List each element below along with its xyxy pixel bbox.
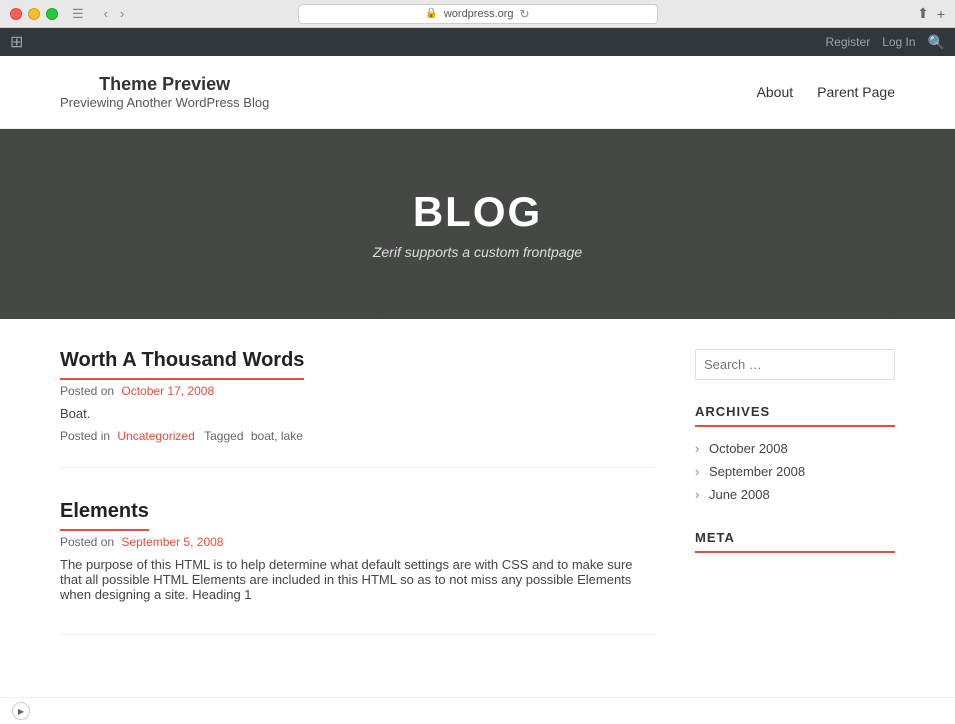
new-tab-button[interactable]: + — [937, 6, 945, 22]
archive-item-october: October 2008 — [695, 437, 895, 460]
search-input[interactable] — [696, 351, 888, 378]
register-link[interactable]: Register — [826, 35, 871, 49]
archive-item-june: June 2008 — [695, 483, 895, 506]
admin-search-icon[interactable]: 🔍 — [928, 34, 945, 51]
admin-bar-left: ⊞ — [10, 32, 23, 52]
reload-icon[interactable]: ↻ — [520, 7, 530, 21]
archive-item-september: September 2008 — [695, 460, 895, 483]
post-1-meta: Posted on October 17, 2008 — [60, 384, 655, 398]
url-text: wordpress.org — [444, 8, 514, 20]
post-1: Worth A Thousand Words Posted on October… — [60, 349, 655, 468]
site-title: Theme Preview — [60, 74, 269, 95]
post-2-excerpt: The purpose of this HTML is to help dete… — [60, 557, 655, 602]
main-nav: About Parent Page — [757, 84, 895, 100]
site-subtitle: Previewing Another WordPress Blog — [60, 95, 269, 110]
play-icon: ▶ — [18, 707, 24, 716]
search-button[interactable]: 🔍 — [888, 350, 895, 379]
login-link[interactable]: Log In — [882, 35, 915, 49]
mac-titlebar: ☰ ‹ › 🔒 wordpress.org ↻ ⬆ + — [0, 0, 955, 28]
mac-window-buttons — [10, 8, 58, 20]
back-button[interactable]: ‹ — [100, 4, 112, 23]
main-content: Worth A Thousand Words Posted on October… — [0, 319, 955, 697]
browser-nav: ‹ › — [100, 4, 129, 23]
site-header: Theme Preview Previewing Another WordPre… — [0, 56, 955, 129]
archive-june-link[interactable]: June 2008 — [709, 487, 770, 502]
admin-bar-right: Register Log In 🔍 — [826, 34, 946, 51]
sidebar-toggle-button[interactable]: ☰ — [68, 4, 88, 24]
post-1-tags: boat, lake — [251, 429, 303, 443]
search-widget: 🔍 — [695, 349, 895, 380]
tagged-label-1: Tagged — [204, 429, 243, 443]
close-button[interactable] — [10, 8, 22, 20]
post-2: Elements Posted on September 5, 2008 The… — [60, 500, 655, 635]
lock-icon: 🔒 — [425, 8, 437, 19]
post-2-date[interactable]: September 5, 2008 — [121, 535, 223, 549]
play-button[interactable]: ▶ — [12, 702, 30, 720]
post-2-title[interactable]: Elements — [60, 500, 149, 531]
nav-about[interactable]: About — [757, 84, 794, 100]
posted-on-label-1: Posted on — [60, 384, 114, 398]
post-1-title[interactable]: Worth A Thousand Words — [60, 349, 304, 380]
wordpress-logo[interactable]: ⊞ — [10, 32, 23, 52]
posted-in-label-1: Posted in — [60, 429, 110, 443]
share-button[interactable]: ⬆ — [917, 5, 929, 22]
post-1-excerpt: Boat. — [60, 406, 655, 421]
meta-title: META — [695, 530, 895, 553]
post-1-date[interactable]: October 17, 2008 — [121, 384, 214, 398]
posted-on-label-2: Posted on — [60, 535, 114, 549]
minimize-button[interactable] — [28, 8, 40, 20]
post-1-category[interactable]: Uncategorized — [117, 429, 194, 443]
browser-toolbar-right: ⬆ + — [917, 5, 945, 22]
archive-september-link[interactable]: September 2008 — [709, 464, 805, 479]
forward-button[interactable]: › — [116, 4, 128, 23]
post-1-footer: Posted in Uncategorized Tagged boat, lak… — [60, 429, 655, 443]
address-bar[interactable]: 🔒 wordpress.org ↻ — [298, 4, 658, 24]
posts-area: Worth A Thousand Words Posted on October… — [60, 349, 655, 667]
hero-title: BLOG — [413, 188, 542, 236]
nav-parent-page[interactable]: Parent Page — [817, 84, 895, 100]
site-branding: Theme Preview Previewing Another WordPre… — [60, 74, 269, 110]
hero-subtitle: Zerif supports a custom frontpage — [373, 244, 582, 260]
bottom-bar: ▶ — [0, 697, 955, 724]
maximize-button[interactable] — [46, 8, 58, 20]
post-2-meta: Posted on September 5, 2008 — [60, 535, 655, 549]
archives-title: ARCHIVES — [695, 404, 895, 427]
sidebar: 🔍 ARCHIVES October 2008 September 2008 J… — [695, 349, 895, 667]
hero-section: BLOG Zerif supports a custom frontpage — [0, 129, 955, 319]
archives-list: October 2008 September 2008 June 2008 — [695, 437, 895, 506]
archive-october-link[interactable]: October 2008 — [709, 441, 788, 456]
wp-admin-bar: ⊞ Register Log In 🔍 — [0, 28, 955, 56]
